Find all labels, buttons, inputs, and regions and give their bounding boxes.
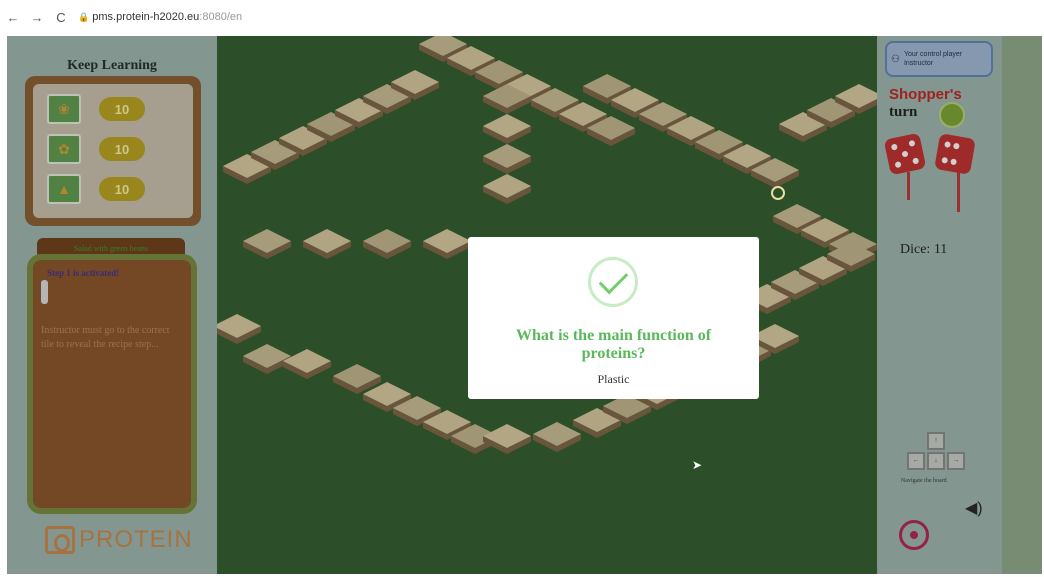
back-icon[interactable]: ←	[6, 10, 20, 25]
modal-answer: Plastic	[597, 372, 630, 386]
address-bar[interactable]: 🔒 pms.protein-h2020.eu:8080/en	[78, 11, 242, 23]
cursor-ring-icon	[771, 186, 785, 200]
checkmark-icon	[588, 257, 638, 307]
answer-modal[interactable]: What is the main function of proteins? P…	[468, 237, 759, 399]
reload-icon[interactable]: C	[54, 10, 68, 25]
mouse-pointer-icon: ➤	[692, 458, 703, 472]
url-host: pms.protein-h2020.eu	[92, 11, 200, 23]
modal-question: What is the main function of proteins?	[515, 327, 712, 362]
browser-toolbar: ← → C 🔒 pms.protein-h2020.eu:8080/en	[0, 0, 1044, 34]
url-path: :8080/en	[199, 11, 243, 23]
forward-icon[interactable]: →	[30, 10, 44, 25]
game-page: Keep Learning ❀ 10 ✿ 10 ▲ 10 Salad with …	[7, 36, 1042, 574]
lock-icon: 🔒	[78, 12, 90, 22]
